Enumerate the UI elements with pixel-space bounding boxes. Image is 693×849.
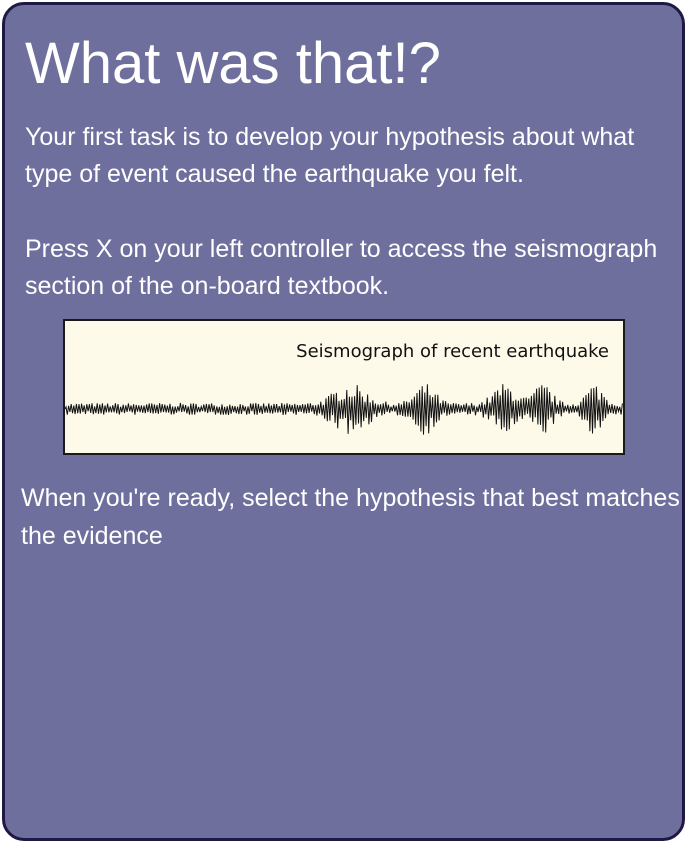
panel-title: What was that!?	[25, 31, 441, 96]
seismograph-figure: Seismograph of recent earthquake	[63, 319, 625, 455]
task-instruction-text: Your first task is to develop your hypot…	[25, 123, 635, 188]
seismograph-caption: Seismograph of recent earthquake	[296, 341, 609, 362]
seismograph-trace	[65, 384, 623, 435]
controller-instruction-text: Press X on your left controller to acces…	[25, 235, 658, 300]
select-hypothesis-text: When you're ready, select the hypothesis…	[21, 484, 680, 550]
info-panel: What was that!? Your first task is to de…	[2, 2, 685, 841]
